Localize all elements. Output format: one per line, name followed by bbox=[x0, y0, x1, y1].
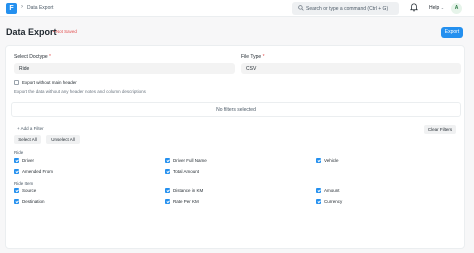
field-label-currency: Currency bbox=[324, 199, 343, 204]
field-checkbox-rate-per-km[interactable] bbox=[165, 199, 170, 204]
status-indicator: • Not Saved bbox=[53, 29, 77, 34]
field-checkbox-amended-from[interactable] bbox=[14, 169, 19, 174]
field-checkbox-total-amount[interactable] bbox=[165, 169, 170, 174]
file-type-value: CSV bbox=[246, 66, 257, 72]
section-title-ride: Ride bbox=[14, 150, 24, 155]
no-filters-text: No filters selected bbox=[216, 107, 256, 113]
field-checkbox-source[interactable] bbox=[14, 188, 19, 193]
unselect-all-button[interactable]: Unselect All bbox=[46, 135, 80, 144]
field-checkbox-distance-in-km[interactable] bbox=[165, 188, 170, 193]
field-checkbox-amount[interactable] bbox=[316, 188, 321, 193]
field-label-source: Source bbox=[22, 188, 37, 193]
field-checkbox-driver-full-name[interactable] bbox=[165, 158, 170, 163]
doctype-label: Select Doctype * bbox=[14, 54, 51, 60]
file-type-select[interactable]: CSV bbox=[241, 63, 461, 74]
select-all-button[interactable]: Select All bbox=[14, 135, 41, 144]
field-label-driver: Driver bbox=[22, 158, 34, 163]
export-without-header-checkbox[interactable] bbox=[14, 80, 19, 85]
chevron-right-icon: › bbox=[21, 4, 23, 10]
field-label-driver-full-name: Driver Full Name bbox=[173, 158, 207, 163]
export-description: Export the data without any header notes… bbox=[14, 89, 146, 94]
field-label-amended-from: Amended From bbox=[22, 169, 54, 174]
field-label-destination: Destination bbox=[22, 199, 45, 204]
app-logo[interactable]: F bbox=[6, 3, 17, 14]
export-button[interactable]: Export bbox=[441, 27, 463, 38]
avatar[interactable]: A bbox=[451, 3, 462, 14]
field-label-amount: Amount bbox=[324, 188, 340, 193]
search-icon bbox=[298, 5, 304, 11]
field-checkbox-driver[interactable] bbox=[14, 158, 19, 163]
field-label-vehicle: Vehicle bbox=[324, 158, 339, 163]
section-title-ride-item: Ride Item bbox=[14, 181, 34, 186]
search-bar[interactable]: Search or type a command (Ctrl + G) bbox=[292, 2, 399, 15]
page-title: Data Export bbox=[6, 27, 57, 37]
clear-filters-button[interactable]: Clear Filters bbox=[424, 125, 456, 134]
field-label-total-amount: Total Amount bbox=[173, 169, 200, 174]
navbar: F › Data Export Search or type a command… bbox=[0, 0, 474, 17]
doctype-value: Ride bbox=[19, 66, 30, 72]
form-card: Select Doctype * Ride File Type * CSV Ex… bbox=[5, 45, 465, 249]
field-label-distance-in-km: Distance in KM bbox=[173, 188, 204, 193]
help-menu[interactable]: Help ⌄ bbox=[429, 5, 444, 11]
field-checkbox-currency[interactable] bbox=[316, 199, 321, 204]
breadcrumb-data-export[interactable]: Data Export bbox=[27, 5, 53, 11]
search-placeholder: Search or type a command (Ctrl + G) bbox=[306, 6, 389, 12]
file-type-label: File Type * bbox=[241, 54, 265, 60]
filters-area: No filters selected bbox=[11, 102, 461, 117]
field-label-rate-per-km: Rate Per KM bbox=[173, 199, 199, 204]
field-checkbox-destination[interactable] bbox=[14, 199, 19, 204]
bell-icon[interactable] bbox=[410, 3, 418, 12]
doctype-select[interactable]: Ride bbox=[14, 63, 235, 74]
help-label: Help bbox=[429, 5, 440, 11]
add-filter-button[interactable]: + Add a Filter bbox=[17, 126, 44, 131]
chevron-down-icon: ⌄ bbox=[440, 5, 445, 10]
field-checkbox-vehicle[interactable] bbox=[316, 158, 321, 163]
export-without-header-label: Export without main header bbox=[22, 80, 77, 85]
